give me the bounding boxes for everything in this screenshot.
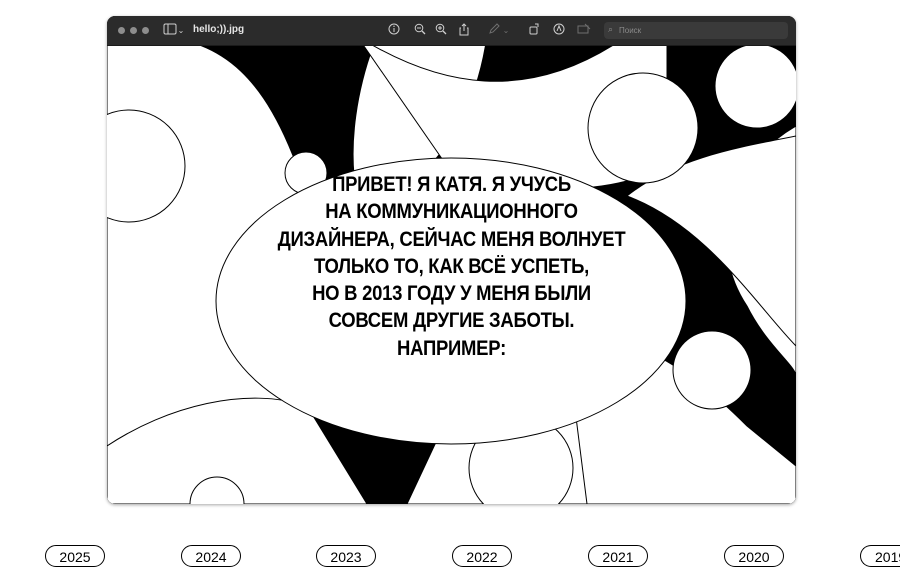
bubble-line: ДИЗАЙНЕРА, СЕЙЧАС МЕНЯ ВОЛНУЕТ — [277, 227, 626, 251]
share-icon[interactable] — [456, 23, 472, 39]
crop-icon[interactable] — [576, 23, 592, 39]
year-button-2023[interactable]: 2023 — [316, 545, 376, 567]
bubble-line: ПРИВЕТ! Я КАТЯ. Я УЧУСЬ — [332, 173, 571, 196]
chevron-down-icon[interactable]: ⌄ — [176, 23, 186, 39]
year-button-2025[interactable]: 2025 — [45, 545, 105, 567]
year-button-2020[interactable]: 2020 — [724, 545, 784, 567]
year-button-2024[interactable]: 2024 — [181, 545, 241, 567]
pen-chevron-icon[interactable]: ⌄ — [501, 23, 511, 39]
bubble-line: НО В 2013 ГОДУ У МЕНЯ БЫЛИ — [312, 282, 591, 306]
info-icon[interactable] — [386, 23, 402, 39]
bubble-line: ТОЛЬКО ТО, КАК ВСЁ УСПЕТЬ, — [313, 254, 590, 278]
zoom-out-icon[interactable] — [412, 23, 428, 39]
close-window-button[interactable] — [118, 27, 125, 34]
window-title: hello;)).jpg — [193, 24, 245, 35]
markup-icon[interactable] — [551, 23, 567, 39]
markup-pen-icon[interactable] — [486, 23, 502, 39]
rotate-icon[interactable] — [526, 23, 542, 39]
search-icon: ⌕ — [608, 25, 614, 35]
bubble-line: НА КОММУНИКАЦИОННОГО — [325, 200, 578, 224]
search-field[interactable]: ⌕ — [604, 22, 788, 39]
year-button-2019[interactable]: 2019 — [860, 545, 900, 567]
search-input[interactable] — [619, 22, 779, 39]
year-button-2022[interactable]: 2022 — [452, 545, 512, 567]
bubble-line: СОВСЕМ ДРУГИЕ ЗАБОТЫ. — [328, 309, 575, 333]
speech-bubble-text: ПРИВЕТ! Я КАТЯ. Я УЧУСЬ НА КОММУНИКАЦИОН… — [107, 171, 796, 362]
zoom-in-icon[interactable] — [433, 23, 449, 39]
minimize-window-button[interactable] — [130, 27, 137, 34]
zoom-window-button[interactable] — [142, 27, 149, 34]
toolbar: ⌄ hello;)).jpg ⌄ ⌕ — [107, 16, 796, 46]
year-button-2021[interactable]: 2021 — [588, 545, 648, 567]
bubble-line: НАПРИМЕР: — [397, 336, 506, 360]
